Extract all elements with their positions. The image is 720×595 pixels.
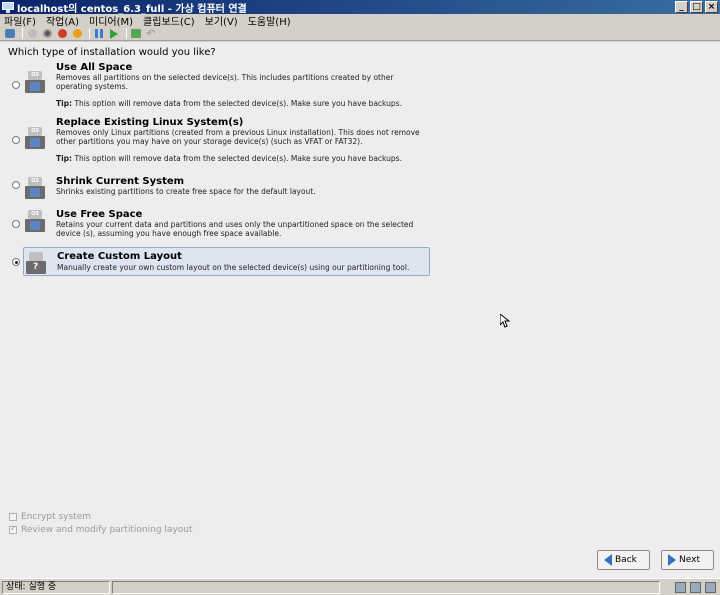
ctrl-alt-del-icon[interactable]	[4, 28, 16, 40]
menu-media[interactable]: 미디어(M)	[89, 13, 133, 28]
toolbar-separator	[89, 28, 90, 39]
hard-drive-icon: OS	[25, 127, 45, 149]
radio-use-free-space[interactable]	[12, 220, 20, 228]
pause-icon[interactable]	[93, 28, 105, 40]
option-tip: Tip: This option will remove data from t…	[56, 154, 402, 163]
status-panel	[112, 581, 660, 594]
shutdown-icon[interactable]	[56, 28, 68, 40]
next-button[interactable]: Next	[661, 550, 714, 570]
option-shrink-current-system[interactable]: OS Shrink Current System Shrinks existin…	[23, 176, 430, 200]
reset-icon[interactable]	[108, 28, 120, 40]
menu-action[interactable]: 작업(A)	[46, 13, 79, 28]
save-state-icon[interactable]	[71, 28, 83, 40]
back-button[interactable]: Back	[597, 550, 650, 570]
review-layout-row[interactable]: Review and modify partitioning layout	[9, 524, 193, 535]
radio-replace-existing[interactable]	[12, 136, 20, 144]
toolbar-separator	[22, 28, 23, 39]
status-bar: 상태: 실행 중	[0, 578, 720, 595]
toolbar: ↶	[0, 27, 720, 41]
option-title: Shrink Current System	[56, 176, 185, 187]
custom-layout-icon: ?	[26, 252, 46, 274]
option-create-custom-layout[interactable]: ? Create Custom Layout Manually create y…	[23, 247, 430, 276]
maximize-button[interactable]: □	[690, 1, 703, 13]
turn-off-icon[interactable]	[41, 28, 53, 40]
option-title: Create Custom Layout	[57, 251, 182, 262]
menu-view[interactable]: 보기(V)	[205, 13, 238, 28]
encrypt-system-checkbox[interactable]	[9, 513, 17, 521]
keyboard-icon	[675, 582, 686, 593]
snapshot-icon[interactable]	[130, 28, 142, 40]
review-layout-label: Review and modify partitioning layout	[21, 525, 193, 535]
revert-icon[interactable]: ↶	[145, 27, 157, 40]
close-button[interactable]: ×	[705, 1, 718, 13]
status-text: 상태: 실행 중	[2, 581, 110, 594]
window-title-bar[interactable]: localhost의 centos_6.3_full - 가상 컴퓨터 연결 _…	[0, 0, 720, 15]
option-title: Use All Space	[56, 62, 133, 73]
encrypt-system-label: Encrypt system	[21, 512, 92, 522]
option-description: Removes only Linux partitions (created f…	[56, 128, 420, 146]
radio-use-all-space[interactable]	[12, 81, 20, 89]
option-title: Replace Existing Linux System(s)	[56, 117, 244, 128]
lock-icon	[705, 582, 716, 593]
option-tip: Tip: This option will remove data from t…	[56, 99, 402, 108]
option-use-all-space[interactable]: OS Use All Space Removes all partitions …	[23, 62, 430, 110]
hard-drive-icon: OS	[25, 177, 45, 199]
mouse-capture-icon	[690, 582, 701, 593]
option-description: Retains your current data and partitions…	[56, 220, 414, 238]
option-description: Shrinks existing partitions to create fr…	[56, 187, 316, 196]
back-label: Back	[615, 555, 637, 565]
menu-help[interactable]: 도움말(H)	[248, 13, 291, 28]
radio-create-custom-layout[interactable]	[12, 258, 20, 266]
menu-bar: 파일(F) 작업(A) 미디어(M) 클립보드(C) 보기(V) 도움말(H)	[0, 13, 720, 28]
toolbar-separator	[126, 28, 127, 39]
radio-shrink-current[interactable]	[12, 181, 20, 189]
install-type-question: Which type of installation would you lik…	[8, 47, 216, 58]
hard-drive-icon: OS	[25, 71, 45, 93]
back-arrow-icon	[604, 554, 612, 566]
hard-drive-icon: OS	[25, 210, 45, 232]
next-arrow-icon	[668, 554, 676, 566]
option-use-free-space[interactable]: OS Use Free Space Retains your current d…	[23, 209, 430, 239]
encrypt-system-row[interactable]: Encrypt system	[9, 512, 91, 522]
review-layout-checkbox[interactable]	[9, 524, 17, 534]
option-description: Manually create your own custom layout o…	[57, 263, 410, 272]
menu-file[interactable]: 파일(F)	[4, 13, 36, 28]
next-label: Next	[679, 555, 700, 565]
option-title: Use Free Space	[56, 209, 143, 220]
menu-clipboard[interactable]: 클립보드(C)	[143, 13, 195, 28]
vm-connection-icon	[2, 1, 14, 13]
vm-guest-screen[interactable]: Which type of installation would you lik…	[0, 42, 720, 578]
option-description: Removes all partitions on the selected d…	[56, 73, 394, 91]
status-tray	[675, 582, 716, 593]
minimize-button[interactable]: _	[675, 1, 688, 13]
start-icon[interactable]	[26, 28, 38, 40]
option-replace-existing-linux[interactable]: OS Replace Existing Linux System(s) Remo…	[23, 117, 430, 165]
